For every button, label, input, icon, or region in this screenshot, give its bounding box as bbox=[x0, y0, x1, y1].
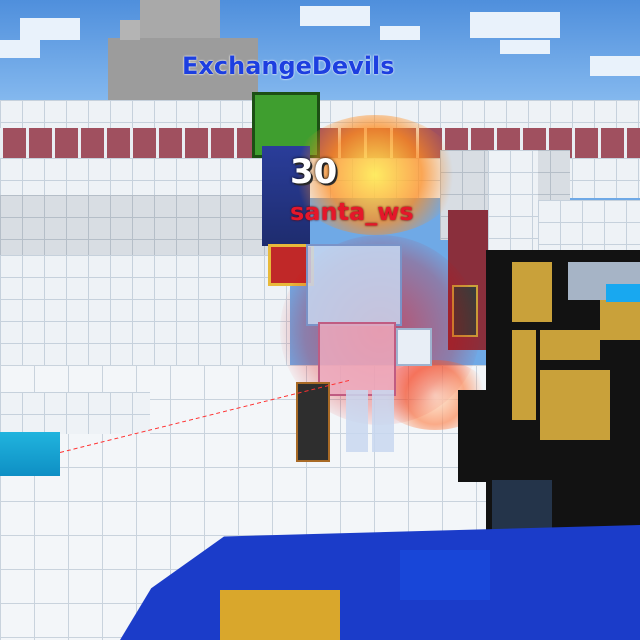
secondary-weapon-stripe bbox=[220, 590, 340, 640]
ally-player-name: ExchangeDevils bbox=[182, 52, 395, 80]
weapon-plate bbox=[512, 262, 552, 322]
dropped-gun bbox=[296, 382, 330, 462]
cloud bbox=[470, 12, 560, 38]
weapon-plate bbox=[540, 370, 610, 440]
enemy-player-name: santa_ws bbox=[290, 198, 414, 226]
pool-edge bbox=[0, 392, 150, 434]
cloud bbox=[380, 26, 420, 40]
cloud bbox=[0, 40, 40, 58]
cloud bbox=[20, 18, 80, 40]
enemy-player-leg[interactable] bbox=[372, 390, 394, 452]
water bbox=[0, 432, 60, 476]
cloud bbox=[500, 40, 550, 54]
left-building-wall bbox=[0, 255, 290, 370]
enemy-player-head[interactable] bbox=[306, 244, 402, 326]
secondary-weapon-panel bbox=[400, 550, 490, 600]
left-building-upper bbox=[0, 195, 290, 255]
damage-number: 30 bbox=[290, 152, 338, 192]
weapon-scope-lens bbox=[606, 284, 640, 302]
cloud bbox=[300, 6, 370, 26]
weapon-plate bbox=[512, 330, 536, 420]
cloud bbox=[590, 56, 640, 76]
weapon-plate bbox=[600, 300, 640, 340]
stone-block bbox=[120, 20, 140, 40]
enemy-weapon bbox=[396, 328, 432, 366]
game-viewport[interactable]: ExchangeDevils 30 santa_ws bbox=[0, 0, 640, 640]
enemy-player-leg[interactable] bbox=[346, 390, 368, 452]
weapon-plate bbox=[540, 330, 600, 360]
